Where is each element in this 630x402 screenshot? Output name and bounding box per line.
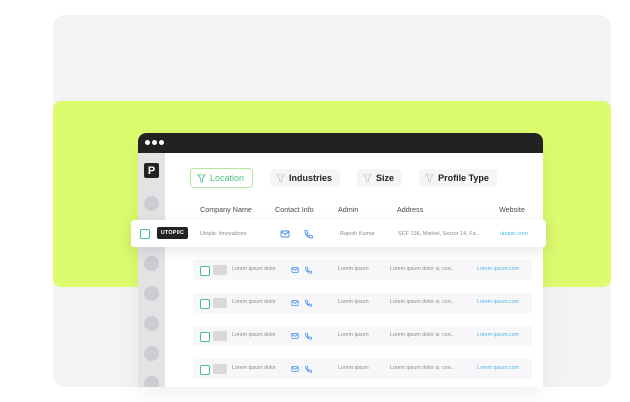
company-name: Lorem ipsum dolor [232,299,276,305]
row-checkbox[interactable] [200,332,210,342]
phone-icon[interactable] [304,299,312,307]
admin-name: Lorem ipsum [338,266,369,272]
filter-label: Location [210,173,245,183]
sidebar-item[interactable] [144,256,159,271]
website-link[interactable]: Lorem ipsum.com [477,266,519,272]
funnel-icon [425,173,434,183]
company-name: Lorem ipsum dolor [232,365,276,371]
column-header-website[interactable]: Website [499,205,525,214]
company-name: Lorem ipsum dolor [232,332,276,338]
window-dot-close[interactable] [145,140,150,145]
filter-label: Industries [289,173,333,183]
window-dot-maximize[interactable] [159,140,164,145]
table-row[interactable]: Lorem ipsum dolor Lorem ipsum Lorem ipsu… [193,293,532,313]
table-row[interactable]: Lorem ipsum dolor Lorem ipsum Lorem ipsu… [193,326,532,346]
table-row[interactable]: Lorem ipsum dolor Lorem ipsum Lorem ipsu… [193,359,532,379]
phone-icon[interactable] [304,266,312,274]
sidebar: P [138,153,165,387]
filter-chip-industries[interactable]: Industries [270,169,341,187]
admin-name: Lorem ipsum [338,299,369,305]
filter-chip-location[interactable]: Location [190,168,254,188]
address: Lorem ipsum dolor si, con.. [390,332,454,338]
sidebar-item[interactable] [144,196,159,211]
app-logo: P [144,163,159,178]
company-logo-placeholder [213,331,227,341]
website-link[interactable]: Lorem ipsum.com [477,332,519,338]
column-header-company[interactable]: Company Name [200,205,252,214]
admin-name: Rajesh Kumar [340,231,375,237]
column-header-contact[interactable]: Contact Info [275,205,314,214]
company-name: Utopiic Innovations [200,231,247,237]
phone-icon[interactable] [304,365,312,373]
row-checkbox[interactable] [200,365,210,375]
company-logo-placeholder [213,364,227,374]
address: Lorem ipsum dolor si, con.. [390,299,454,305]
filter-label: Profile Type [438,173,489,183]
address: SCF 136, Market, Sector 14, Fa... [398,231,481,237]
website-link[interactable]: Lorem ipsum.com [477,299,519,305]
window-titlebar [138,133,543,153]
sidebar-item[interactable] [144,286,159,301]
mail-icon[interactable] [291,332,299,340]
filter-bar: Location Industries Size Profile Type [190,168,497,188]
funnel-icon [363,173,372,183]
funnel-icon [276,173,285,183]
admin-name: Lorem ipsum [338,332,369,338]
filter-chip-profile-type[interactable]: Profile Type [419,169,497,187]
sidebar-item[interactable] [144,316,159,331]
funnel-icon [197,173,206,183]
address: Lorem ipsum dolor si, con.. [390,266,454,272]
filter-label: Size [376,173,395,183]
website-link[interactable]: Lorem ipsum.com [477,365,519,371]
sidebar-item[interactable] [144,376,159,387]
company-logo-placeholder [213,298,227,308]
phone-icon[interactable] [304,332,312,340]
admin-name: Lorem ipsum [338,365,369,371]
row-checkbox[interactable] [200,266,210,276]
phone-icon[interactable] [303,229,313,239]
company-logo-placeholder [213,265,227,275]
filter-chip-size[interactable]: Size [357,169,403,187]
row-checkbox[interactable] [140,229,150,239]
website-link[interactable]: utopiic.com [500,231,528,237]
highlighted-company-row[interactable]: UTOPIIC Utopiic Innovations Rajesh Kumar… [131,220,546,247]
row-checkbox[interactable] [200,299,210,309]
sidebar-item[interactable] [144,346,159,361]
mail-icon[interactable] [291,365,299,373]
window-dot-minimize[interactable] [152,140,157,145]
mail-icon[interactable] [280,229,290,239]
table-header: Company Name Contact Info Admin Address … [190,205,540,217]
mail-icon[interactable] [291,299,299,307]
address: Lorem ipsum dolor si, con.. [390,365,454,371]
mail-icon[interactable] [291,266,299,274]
column-header-admin[interactable]: Admin [338,205,358,214]
company-logo: UTOPIIC [157,227,188,239]
table-row[interactable]: Lorem ipsum dolor Lorem ipsum Lorem ipsu… [193,260,532,280]
app-window: P Location Industries Size Profile Type … [138,133,543,387]
illustration-stage: P Location Industries Size Profile Type … [0,0,630,402]
column-header-address[interactable]: Address [397,205,423,214]
company-name: Lorem ipsum dolor [232,266,276,272]
